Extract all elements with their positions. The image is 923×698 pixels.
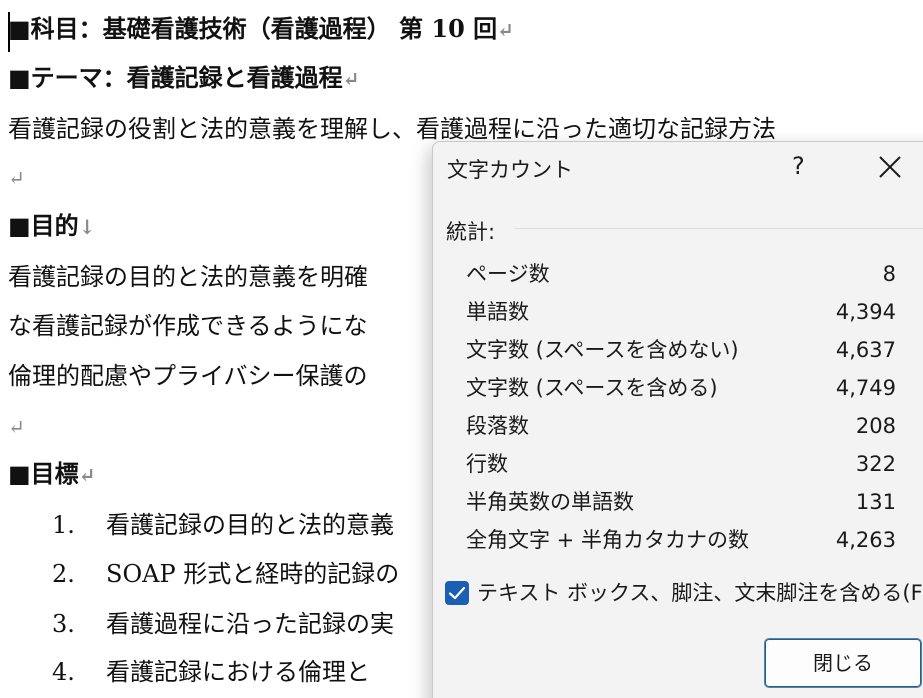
stat-row-fullwidth-chars: 全角文字 + 半角カタカナの数 4,263 — [466, 524, 896, 556]
heading-subject: ■科目：基礎看護技術（看護過程） 第 10 回↵ — [8, 14, 514, 45]
stat-row-words: 単語数 4,394 — [466, 296, 896, 328]
stat-label: ページ数 — [466, 262, 550, 286]
paragraph-mark: ↵ — [342, 67, 360, 91]
checkbox-label: テキスト ボックス、脚注、文末脚注を含める(F) — [477, 581, 923, 605]
stat-value: 4,637 — [835, 338, 896, 362]
paragraph-mark: ↵ — [8, 166, 25, 190]
paragraph-mark: ↵ — [497, 18, 514, 42]
heading-subject-text: ■科目：基礎看護技術（看護過程） 第 10 回 — [8, 14, 498, 43]
help-button[interactable]: ? — [792, 152, 805, 180]
list-number: 4. — [52, 658, 75, 686]
heading-purpose: ■目的↓ — [8, 211, 95, 242]
stat-label: 半角英数の単語数 — [466, 490, 634, 514]
stat-row-halfwidth-words: 半角英数の単語数 131 — [466, 486, 896, 518]
heading-goals: ■目標↵ — [8, 459, 95, 490]
heading-theme-text: ■テーマ：看護記録と看護過程 — [8, 63, 343, 92]
dialog-title: 文字カウント — [447, 158, 573, 182]
checkmark-icon[interactable] — [445, 581, 469, 605]
list-item: SOAP 形式と経時的記録の — [106, 560, 400, 588]
stat-value: 131 — [855, 490, 896, 514]
stat-value: 208 — [855, 414, 896, 438]
stat-label: 文字数 (スペースを含める) — [466, 376, 718, 400]
stat-row-chars-no-spaces: 文字数 (スペースを含めない) 4,637 — [466, 334, 896, 366]
empty-paragraph: ↵ — [8, 162, 25, 193]
stat-label: 行数 — [466, 452, 508, 476]
close-icon[interactable] — [877, 154, 903, 180]
empty-paragraph: ↵ — [8, 411, 25, 442]
heading-theme: ■テーマ：看護記録と看護過程↵ — [8, 63, 359, 94]
list-number: 3. — [52, 610, 75, 638]
stat-row-chars-with-spaces: 文字数 (スペースを含める) 4,749 — [466, 372, 896, 404]
stat-row-pages: ページ数 8 — [466, 258, 896, 290]
purpose-line-1: 看護記録の目的と法的意義を明確 — [8, 263, 368, 291]
stat-value: 4,263 — [835, 528, 896, 552]
stat-label: 全角文字 + 半角カタカナの数 — [466, 528, 749, 552]
close-button[interactable]: 閉じる — [764, 638, 922, 688]
paragraph-mark: ↵ — [8, 415, 25, 439]
list-item: 看護過程に沿った記録の実 — [106, 610, 394, 638]
stat-label: 段落数 — [466, 414, 529, 438]
heading-goals-text: ■目標 — [8, 459, 79, 488]
list-item: 看護記録の目的と法的意義 — [106, 511, 394, 539]
stat-row-lines: 行数 322 — [466, 448, 896, 480]
list-number: 1. — [52, 511, 75, 539]
stat-value: 8 — [882, 262, 896, 286]
stat-label: 文字数 (スペースを含めない) — [466, 338, 739, 362]
list-number: 2. — [52, 560, 75, 588]
heading-purpose-text: ■目的 — [8, 211, 79, 240]
statistics-label: 統計: — [446, 220, 496, 244]
stat-value: 4,394 — [835, 300, 896, 324]
stat-label: 単語数 — [466, 300, 529, 324]
body-line-1: 看護記録の役割と法的意義を理解し、看護過程に沿った適切な記録方法 — [8, 115, 776, 143]
stat-value: 4,749 — [835, 376, 896, 400]
paragraph-mark: ↵ — [78, 463, 96, 487]
line-break-mark: ↓ — [78, 215, 96, 239]
divider — [515, 228, 923, 229]
stat-row-paragraphs: 段落数 208 — [466, 410, 896, 442]
purpose-line-2: な看護記録が作成できるようにな — [8, 312, 368, 340]
purpose-line-3: 倫理的配慮やプライバシー保護の — [8, 362, 368, 390]
list-item: 看護記録における倫理と — [106, 658, 370, 686]
word-count-dialog: 文字カウント ? 統計: ページ数 8 単語数 4,394 文字数 (スペースを… — [432, 141, 923, 698]
stat-value: 322 — [855, 452, 896, 476]
